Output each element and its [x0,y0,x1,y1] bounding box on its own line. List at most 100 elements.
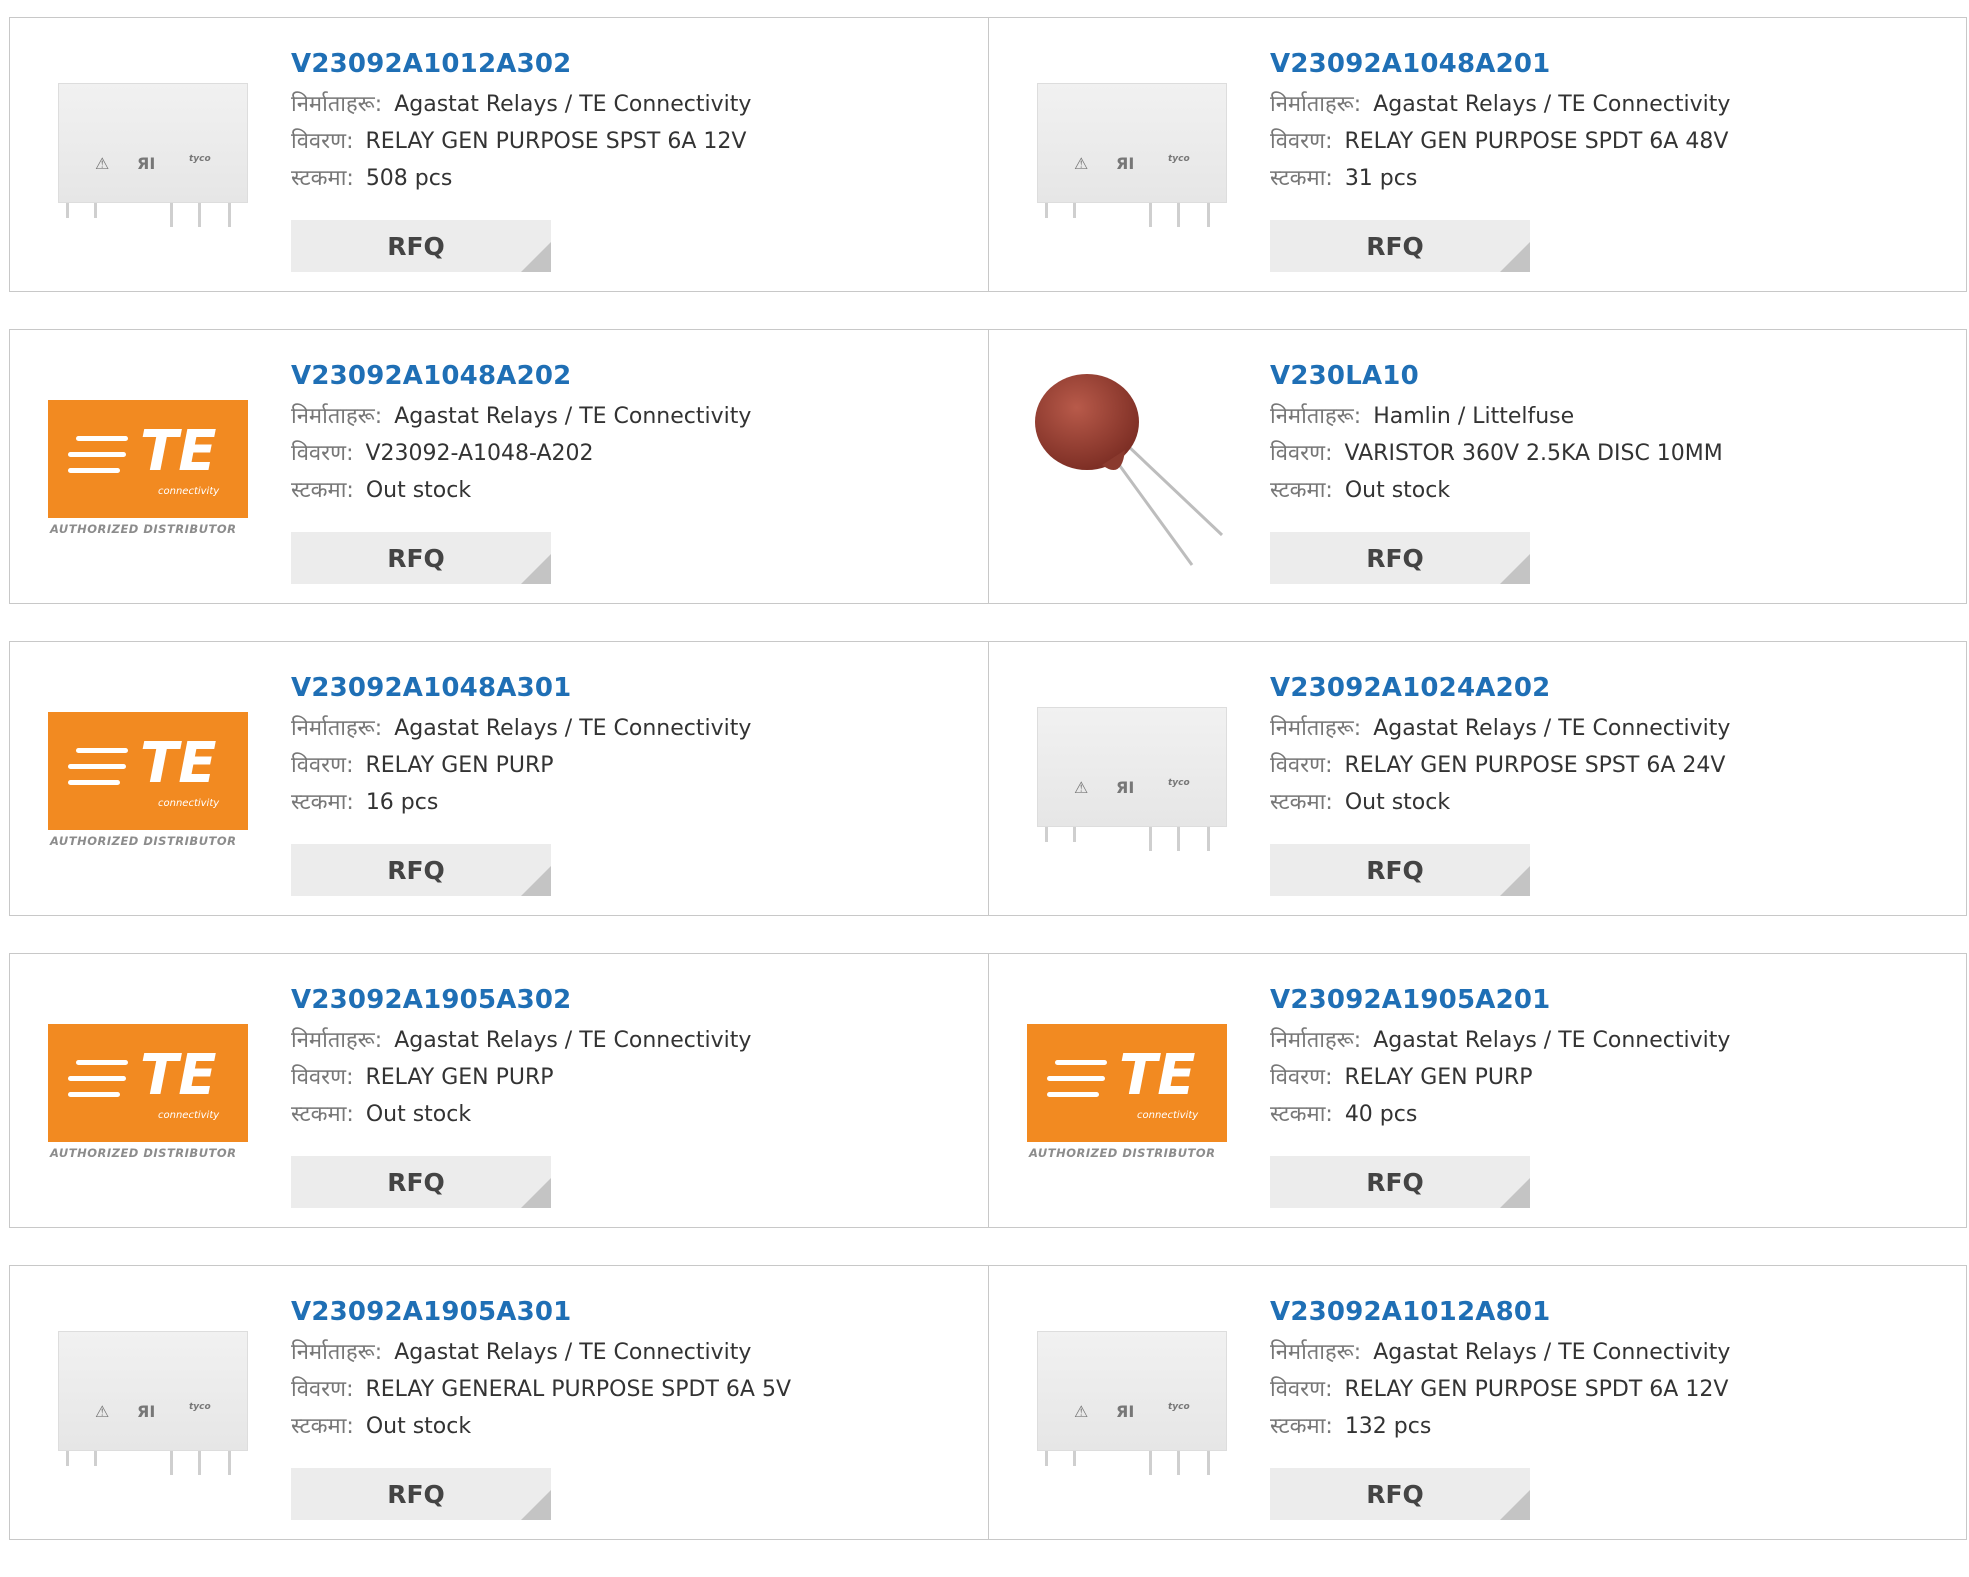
description-line: विवरण: V23092-A1048-A202 [291,435,978,472]
product-thumbnail[interactable]: ⚠ ЯI tyco [48,1306,248,1506]
part-number-link[interactable]: V23092A1048A201 [1270,46,1956,82]
relay-pin [66,1451,69,1466]
rfq-button[interactable]: RFQ [291,1156,551,1208]
ul-mark: ЯI [1116,154,1135,173]
description-line: विवरण: RELAY GEN PURP [1270,1059,1956,1096]
description-line: विवरण: RELAY GEN PURPOSE SPDT 6A 12V [1270,1371,1956,1408]
description-line: विवरण: RELAY GEN PURP [291,1059,978,1096]
corner-triangle-icon [1500,1178,1530,1208]
stock-line: स्टकमा: 31 pcs [1270,160,1956,197]
stock-line: स्टकमा: Out stock [291,1408,978,1445]
product-thumbnail[interactable]: ⚠ ЯI tyco [1027,1306,1227,1506]
product-thumbnail[interactable]: TE connectivity AUTHORIZED DISTRIBUTOR [48,994,248,1194]
description-value: RELAY GEN PURP [365,753,554,778]
manufacturer-line: निर्माताहरू: Agastat Relays / TE Connecti… [291,398,978,435]
tyco-mark: tyco [189,1402,211,1412]
rfq-button[interactable]: RFQ [291,532,551,584]
corner-triangle-icon [1500,554,1530,584]
stock-value: Out stock [365,478,472,503]
rfq-button[interactable]: RFQ [291,844,551,896]
product-info: V23092A1048A202 निर्माताहरू: Agastat Rela… [291,358,978,509]
tyco-mark: tyco [1168,778,1190,788]
te-logo-sub: connectivity [158,1110,220,1121]
description-value: RELAY GEN PURPOSE SPST 6A 12V [365,129,747,154]
product-info: V23092A1905A301 निर्माताहरू: Agastat Rela… [291,1294,978,1445]
part-number-link[interactable]: V23092A1024A202 [1270,670,1956,706]
manufacturer-label: निर्माताहरू: [1270,1028,1362,1053]
relay-pin [1207,1451,1210,1475]
product-thumbnail[interactable]: ⚠ ЯI tyco [48,58,248,258]
manufacturer-line: निर्माताहरू: Agastat Relays / TE Connecti… [1270,1022,1956,1059]
ul-mark: ЯI [1116,778,1135,797]
manufacturer-value: Agastat Relays / TE Connectivity [1373,1340,1731,1365]
stock-line: स्टकमा: Out stock [291,472,978,509]
stock-label: स्टकमा: [1270,1414,1333,1439]
relay-pin [1073,203,1076,218]
rfq-button-label: RFQ [387,1479,445,1509]
part-number-link[interactable]: V23092A1905A302 [291,982,978,1018]
rfq-button[interactable]: RFQ [1270,220,1530,272]
description-label: विवरण: [1270,1377,1333,1402]
product-row: ⚠ ЯI tyco V23092A1905A301 निर्माताहरू: Ag… [9,1265,1967,1540]
description-value: VARISTOR 360V 2.5KA DISC 10MM [1344,441,1723,466]
rfq-button[interactable]: RFQ [291,1468,551,1520]
tyco-mark: tyco [189,154,211,164]
relay-body: ⚠ ЯI tyco [1037,707,1227,827]
rfq-button[interactable]: RFQ [1270,1156,1530,1208]
product-thumbnail[interactable]: TE connectivity AUTHORIZED DISTRIBUTOR [48,370,248,570]
relay-pin [1073,827,1076,842]
relay-pin [1177,203,1180,227]
product-card: ⚠ ЯI tyco V23092A1024A202 निर्माताहरू: Ag… [988,642,1966,915]
stock-line: स्टकमा: 508 pcs [291,160,978,197]
product-row: TE connectivity AUTHORIZED DISTRIBUTOR V… [9,641,1967,916]
description-label: विवरण: [291,129,354,154]
manufacturer-line: निर्माताहरू: Agastat Relays / TE Connecti… [291,1022,978,1059]
relay-pin [170,203,173,227]
corner-triangle-icon [1500,1490,1530,1520]
rfq-button[interactable]: RFQ [1270,844,1530,896]
part-number-link[interactable]: V230LA10 [1270,358,1956,394]
stock-label: स्टकमा: [291,478,354,503]
part-number-link[interactable]: V23092A1048A301 [291,670,978,706]
te-logo-tagline: AUTHORIZED DISTRIBUTOR [1029,1146,1216,1160]
manufacturer-line: निर्माताहरू: Agastat Relays / TE Connecti… [291,1334,978,1371]
product-thumbnail[interactable]: ⚠ ЯI tyco [1027,58,1227,258]
manufacturer-line: निर्माताहरू: Agastat Relays / TE Connecti… [1270,1334,1956,1371]
product-thumbnail[interactable]: ⚠ ЯI tyco [1027,682,1227,882]
relay-body: ⚠ ЯI tyco [1037,83,1227,203]
product-thumbnail[interactable]: TE connectivity AUTHORIZED DISTRIBUTOR [48,682,248,882]
part-number-link[interactable]: V23092A1012A302 [291,46,978,82]
manufacturer-line: निर्माताहरू: Agastat Relays / TE Connecti… [1270,86,1956,123]
relay-pin [228,1451,231,1475]
part-number-link[interactable]: V23092A1012A801 [1270,1294,1956,1330]
product-thumbnail[interactable]: TE connectivity AUTHORIZED DISTRIBUTOR [1027,994,1227,1194]
manufacturer-label: निर्माताहरू: [291,92,383,117]
te-logo-box: TE connectivity [1027,1024,1227,1142]
rfq-button-label: RFQ [1366,1167,1424,1197]
product-card: V230LA10 निर्माताहरू: Hamlin / Littelfuse… [988,330,1966,603]
manufacturer-label: निर्माताहरू: [291,1028,383,1053]
rfq-button[interactable]: RFQ [1270,1468,1530,1520]
manufacturer-label: निर्माताहरू: [1270,1340,1362,1365]
description-label: विवरण: [1270,753,1333,778]
manufacturer-value: Agastat Relays / TE Connectivity [394,92,752,117]
stock-line: स्टकमा: Out stock [1270,784,1956,821]
product-grid: ⚠ ЯI tyco V23092A1012A302 निर्माताहरू: Ag… [9,17,1967,1577]
rfq-button[interactable]: RFQ [291,220,551,272]
tyco-mark: tyco [1168,154,1190,164]
manufacturer-label: निर्माताहरू: [291,716,383,741]
part-number-link[interactable]: V23092A1905A201 [1270,982,1956,1018]
description-value: RELAY GENERAL PURPOSE SPDT 6A 5V [365,1377,791,1402]
product-card: ⚠ ЯI tyco V23092A1012A302 निर्माताहरू: Ag… [10,18,988,291]
te-logo-image: TE connectivity AUTHORIZED DISTRIBUTOR [48,1024,248,1174]
relay-pin [1149,203,1152,227]
product-thumbnail[interactable] [1027,370,1227,570]
part-number-link[interactable]: V23092A1048A202 [291,358,978,394]
manufacturer-label: निर्माताहरू: [1270,404,1362,429]
part-number-link[interactable]: V23092A1905A301 [291,1294,978,1330]
te-logo-tagline: AUTHORIZED DISTRIBUTOR [50,1146,237,1160]
ul-mark: ЯI [137,1402,156,1421]
stock-label: स्टकमा: [291,1102,354,1127]
relay-body: ⚠ ЯI tyco [1037,1331,1227,1451]
rfq-button[interactable]: RFQ [1270,532,1530,584]
